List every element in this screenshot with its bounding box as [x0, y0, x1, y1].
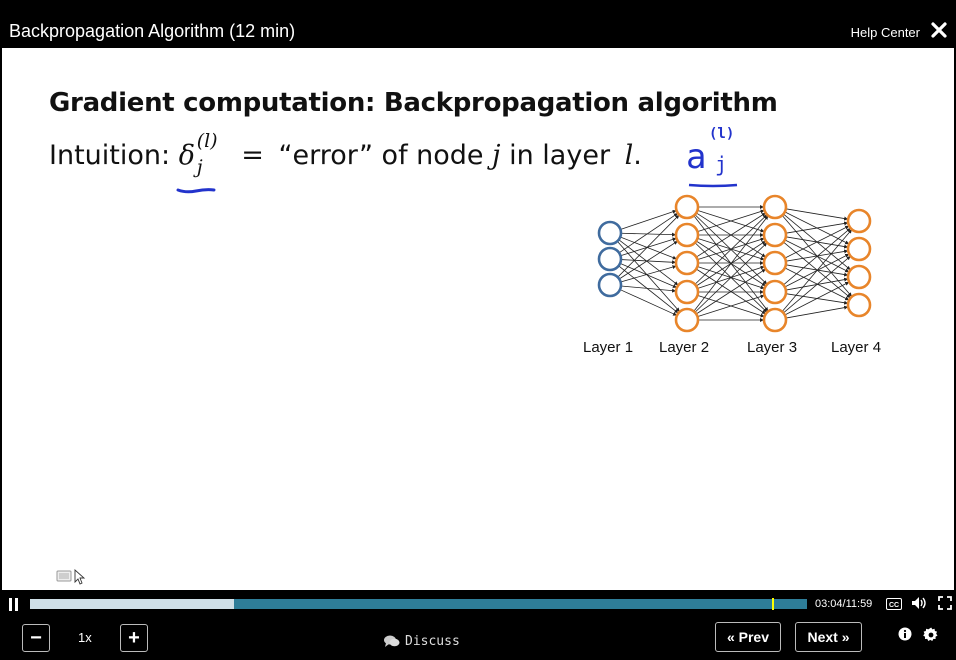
underline-annotation [176, 188, 216, 194]
equals-sign: = [241, 140, 264, 171]
layer-4-node [846, 264, 872, 290]
title-bar: Backpropagation Algorithm (12 min) Help … [0, 0, 956, 48]
layer-3-node [762, 279, 788, 305]
progress-bar[interactable] [30, 598, 807, 610]
layer-symbol: l [624, 140, 634, 171]
handwritten-activation-annotation: a (l) j [682, 126, 742, 190]
pause-icon[interactable] [8, 598, 20, 612]
period: . [633, 140, 642, 171]
lecture-title: Backpropagation Algorithm (12 min) [9, 21, 296, 41]
gear-icon[interactable] [923, 627, 939, 643]
progress-played [30, 599, 234, 609]
connection-edge [618, 265, 679, 314]
layer-4-node [846, 292, 872, 318]
time-total: 11:59 [845, 598, 873, 610]
discuss-button[interactable]: Discuss [384, 634, 460, 649]
layer-2-node [674, 222, 700, 248]
layer-3-node [762, 222, 788, 248]
layer-4-node [846, 236, 872, 262]
player-controls: 03:04/11:59 CC − 1x + Discuss « Prev Nex… [0, 590, 956, 660]
fullscreen-icon[interactable] [938, 596, 952, 610]
time-display: 03:04/11:59 [815, 598, 872, 610]
layer-2-label: Layer 2 [659, 339, 710, 356]
connection-edge [785, 305, 849, 319]
layer-3-node [762, 250, 788, 276]
increase-speed-button[interactable]: + [120, 624, 148, 652]
delta-symbol: δ (l) j [176, 130, 227, 194]
layer-3-node [762, 194, 788, 220]
handwritten-superscript: (l) [709, 126, 735, 142]
connection-edge [620, 232, 677, 237]
handwritten-a: a [686, 137, 707, 177]
time-current: 03:04 [815, 598, 843, 610]
intuition-line: Intuition: δ (l) j = “error” of node j i… [49, 130, 642, 194]
layer-2-node [674, 279, 700, 305]
node-symbol: j [492, 140, 501, 171]
connection-edge [784, 281, 850, 316]
connection-edge [784, 225, 850, 259]
layer-3-node [762, 307, 788, 333]
closed-captions-icon[interactable]: CC [886, 597, 902, 610]
connection-edge [616, 240, 681, 313]
help-center-link[interactable]: Help Center [851, 25, 920, 40]
layer-2-node [674, 307, 700, 333]
connection-edge [620, 285, 677, 293]
chat-bubble-icon [384, 635, 400, 647]
connection-edge [783, 255, 851, 314]
connection-edge [785, 208, 849, 221]
delta-glyph: δ [178, 140, 195, 171]
layer-2-node [674, 194, 700, 220]
lecture-slide: Gradient computation: Backpropagation al… [2, 48, 954, 590]
connection-edge [619, 262, 678, 289]
info-icon[interactable] [898, 627, 912, 641]
handwritten-subscript: j [715, 152, 728, 176]
in-layer-text: in layer [509, 140, 611, 171]
delta-superscript: (l) [196, 130, 218, 152]
cc-text: CC [889, 602, 899, 609]
prev-button[interactable]: « Prev [715, 622, 781, 652]
layer-1-node [597, 246, 623, 272]
playback-speed: 1x [78, 630, 92, 645]
error-phrase: “error” of node [278, 140, 484, 171]
layer-1-label: Layer 1 [583, 339, 634, 356]
volume-icon[interactable] [911, 596, 929, 610]
layer-2-node [674, 250, 700, 276]
progress-marker [772, 598, 775, 610]
layer-4-label: Layer 4 [831, 339, 882, 356]
layer-4-node [846, 208, 872, 234]
connection-edge [783, 227, 851, 286]
layer-1-node [597, 220, 623, 246]
delta-subscript: j [196, 156, 203, 178]
connection-edge [619, 289, 678, 316]
neural-network-diagram [597, 194, 872, 333]
decrease-speed-button[interactable]: − [22, 624, 50, 652]
layer-1-node [597, 272, 623, 298]
next-button[interactable]: Next » [795, 622, 862, 652]
close-icon[interactable] [930, 20, 948, 40]
discuss-label: Discuss [405, 634, 460, 649]
connection-edge [620, 236, 677, 260]
connection-edge [785, 221, 849, 234]
transcript-toggle-icon[interactable] [56, 568, 86, 586]
intuition-label: Intuition: [49, 140, 171, 171]
slide-heading: Gradient computation: Backpropagation al… [49, 88, 778, 118]
layer-3-label: Layer 3 [747, 339, 798, 356]
